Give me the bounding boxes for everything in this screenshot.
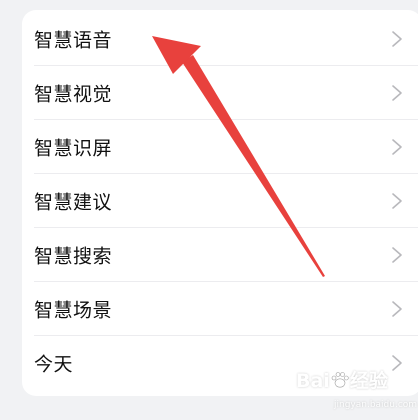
list-item-label: 智慧识屏 [34, 137, 113, 160]
list-item-label: 智慧视觉 [34, 83, 113, 106]
list-item-smart-voice[interactable]: 智慧语音 [22, 12, 418, 66]
list-item-label: 智慧搜索 [34, 245, 113, 268]
list-item-smart-scenes[interactable]: 智慧场景 [22, 282, 418, 336]
list-item-label: 智慧建议 [34, 191, 113, 214]
settings-card: 智慧语音 智慧视觉 智慧识屏 智慧建议 智慧搜索 智慧场景 今天 [22, 10, 418, 396]
list-item-label: 智慧场景 [34, 299, 113, 322]
chevron-right-icon [392, 85, 402, 101]
chevron-right-icon [392, 31, 402, 47]
chevron-right-icon [392, 193, 402, 209]
list-item-smart-suggestions[interactable]: 智慧建议 [22, 174, 418, 228]
chevron-right-icon [392, 247, 402, 263]
list-item-smart-screen-recognition[interactable]: 智慧识屏 [22, 120, 418, 174]
chevron-right-icon [392, 139, 402, 155]
list-item-smart-search[interactable]: 智慧搜索 [22, 228, 418, 282]
list-item-label: 今天 [34, 353, 74, 376]
list-item-smart-vision[interactable]: 智慧视觉 [22, 66, 418, 120]
list-item-today[interactable]: 今天 [22, 336, 418, 390]
chevron-right-icon [392, 301, 402, 317]
chevron-right-icon [392, 355, 402, 371]
list-item-label: 智慧语音 [34, 29, 113, 52]
screen: 智慧语音 智慧视觉 智慧识屏 智慧建议 智慧搜索 智慧场景 今天 Bai 经验 … [0, 0, 418, 420]
watermark-url: jingyan.baidu.com [334, 400, 418, 410]
